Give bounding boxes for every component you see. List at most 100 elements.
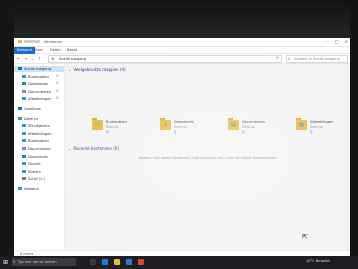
sidebar-item-label: Documenten — [28, 89, 52, 94]
documents-folder-icon: ▤ — [228, 118, 239, 130]
pin-icon: ⚲ — [56, 73, 59, 78]
sidebar-item[interactable]: Schijf (C:) — [14, 176, 64, 182]
empty-recent-message: Nadat u een aantal bestanden hebt geopen… — [139, 156, 277, 160]
sidebar-item-label: Afbeeldingen — [28, 97, 52, 102]
folder-location: Deze pc — [106, 125, 119, 129]
network-icon — [18, 187, 22, 190]
image-icon — [22, 97, 26, 101]
video-icon — [22, 169, 26, 173]
minimize-button[interactable]: – — [327, 39, 329, 44]
sidebar-item[interactable]: Afbeeldingen — [14, 131, 64, 137]
folder-glyph-icon: ▭ — [95, 122, 100, 128]
refresh-icon[interactable]: ⟳ — [276, 56, 279, 60]
folder-name: Downloads — [174, 120, 194, 124]
address-bar[interactable]: ★ Snelle toegang ⟳ — [48, 55, 282, 63]
download-icon — [22, 82, 26, 86]
folder-name: Afbeeldingen — [310, 120, 334, 124]
sidebar-item[interactable]: Documenten ⚲ — [14, 89, 64, 95]
sidebar-item[interactable]: Video's — [14, 169, 64, 175]
taskbar-search-input[interactable]: ⌕ Typ hier om te zoeken — [12, 258, 76, 266]
close-button[interactable]: ✕ — [345, 39, 348, 44]
tab-file[interactable]: Bestand — [14, 47, 35, 54]
sidebar-item[interactable]: 3D-objecten — [14, 123, 64, 129]
tab-start[interactable]: Start — [34, 48, 43, 52]
sidebar-item[interactable]: Deze pc — [14, 116, 64, 122]
tab-share[interactable]: Delen — [50, 48, 60, 52]
taskbar-search-placeholder: Typ hier om te zoeken — [18, 260, 57, 264]
pin-icon: ⚲ — [310, 130, 313, 134]
tab-view[interactable]: Beeld — [67, 48, 77, 52]
sidebar-item-label: Downloads — [28, 154, 48, 159]
pin-icon: ⚲ — [106, 130, 109, 134]
up-button[interactable]: ↑ — [38, 56, 41, 61]
sidebar-item-label: Downloads — [28, 82, 48, 87]
computer-icon — [18, 116, 22, 120]
mouse-cursor-icon: ⇱ — [302, 233, 308, 241]
edge-icon[interactable] — [102, 259, 108, 265]
recent-files-header: Recente bestanden (0) — [73, 146, 120, 151]
sidebar-item[interactable]: Afbeeldingen ⚲ — [14, 96, 64, 102]
pin-icon: ⚲ — [56, 88, 59, 93]
weather-status[interactable]: 10°C Bewolkt — [306, 259, 330, 263]
task-view-icon[interactable] — [90, 259, 96, 265]
desktop-folder-icon: ▭ — [92, 118, 103, 130]
ribbon-tabs: Bestand Start Delen Beeld — [14, 47, 350, 54]
pin-icon: ⚲ — [242, 130, 245, 134]
search-icon: ⌕ — [13, 260, 16, 265]
pictures-folder-icon: ▨ — [296, 118, 307, 130]
monitor-bezel-right — [350, 0, 358, 269]
image-icon — [22, 131, 26, 135]
folder-glyph-icon: ▤ — [231, 122, 236, 128]
sidebar-item[interactable]: Bureaublad — [14, 138, 64, 144]
navigation-pane: Snelle toegang Bureaublad ⚲ Downloads ⚲ Docum… — [14, 64, 65, 250]
frequent-folder-tile[interactable]: ↓ Downloads Deze pc ⚲ — [160, 118, 224, 136]
sidebar-item[interactable]: Snelle toegang — [14, 66, 64, 72]
start-icon[interactable]: ⊞ — [3, 259, 8, 266]
sidebar-item[interactable]: Downloads — [14, 154, 64, 160]
sidebar-item-label: Muziek — [28, 162, 41, 167]
sidebar-item-label: Bureaublad — [28, 74, 49, 79]
forward-button[interactable]: → — [24, 56, 27, 61]
download-icon — [22, 154, 26, 158]
search-placeholder: Zoeken in Snelle toegang — [294, 57, 340, 61]
sidebar-item[interactable]: Documenten — [14, 146, 64, 152]
file-explorer-icon[interactable] — [114, 259, 120, 265]
document-icon — [22, 147, 26, 150]
sidebar-item[interactable]: Bureaublad ⚲ — [14, 74, 64, 80]
frequent-folder-tile[interactable]: ▤ Documenten Deze pc ⚲ — [228, 118, 292, 136]
frequent-folder-tile[interactable]: ▨ Afbeeldingen Deze pc ⚲ — [296, 118, 350, 136]
section-frequent-folders[interactable]: ⌄ Veelgebruikte mappen (4) — [68, 67, 126, 72]
sidebar-item[interactable]: Muziek — [14, 161, 64, 167]
folder-name: Documenten — [242, 120, 266, 124]
section-recent-files[interactable]: ⌄ Recente bestanden (0) — [68, 146, 119, 151]
cube-icon — [22, 124, 26, 128]
star-icon: ★ — [51, 56, 55, 61]
sidebar-item-label: Deze pc — [24, 116, 39, 121]
frequent-folder-tile[interactable]: ▭ Bureaublad Deze pc ⚲ — [92, 118, 156, 136]
quick-access-toolbar[interactable] — [24, 40, 40, 43]
folder-location: Deze pc — [242, 125, 255, 129]
search-icon: ⌕ — [288, 56, 291, 61]
sidebar-item-label: OneDrive — [24, 107, 41, 111]
folder-glyph-icon: ↓ — [163, 122, 168, 128]
search-input[interactable]: ⌕ Zoeken in Snelle toegang — [286, 55, 348, 63]
store-icon[interactable] — [126, 259, 132, 265]
frequent-folders-header: Veelgebruikte mappen (4) — [73, 67, 126, 72]
folder-glyph-icon: ▨ — [299, 122, 304, 128]
pin-icon: ⚲ — [56, 81, 59, 86]
sidebar-item-label: Documenten — [28, 147, 52, 151]
sidebar-item[interactable]: OneDrive — [14, 106, 64, 112]
address-row: ← → ⌄ ↑ ★ Snelle toegang ⟳ ⌕ Zoeken in S… — [14, 54, 350, 64]
recent-locations-button[interactable]: ⌄ — [31, 56, 34, 61]
taskbar: ⊞ ⌕ Typ hier om te zoeken 10°C Bewolkt — [0, 256, 358, 269]
cloud-icon — [18, 107, 22, 110]
back-button[interactable]: ← — [17, 56, 20, 61]
mail-icon[interactable] — [138, 259, 144, 265]
sidebar-item-label: Snelle toegang — [24, 67, 51, 71]
monitor-bezel-left — [0, 0, 14, 269]
chevron-down-icon: ⌄ — [68, 67, 72, 72]
folder-location: Deze pc — [174, 125, 187, 129]
sidebar-item[interactable]: Downloads ⚲ — [14, 81, 64, 87]
sidebar-item[interactable]: Netwerk — [14, 186, 64, 192]
maximize-button[interactable]: □ — [335, 39, 339, 44]
